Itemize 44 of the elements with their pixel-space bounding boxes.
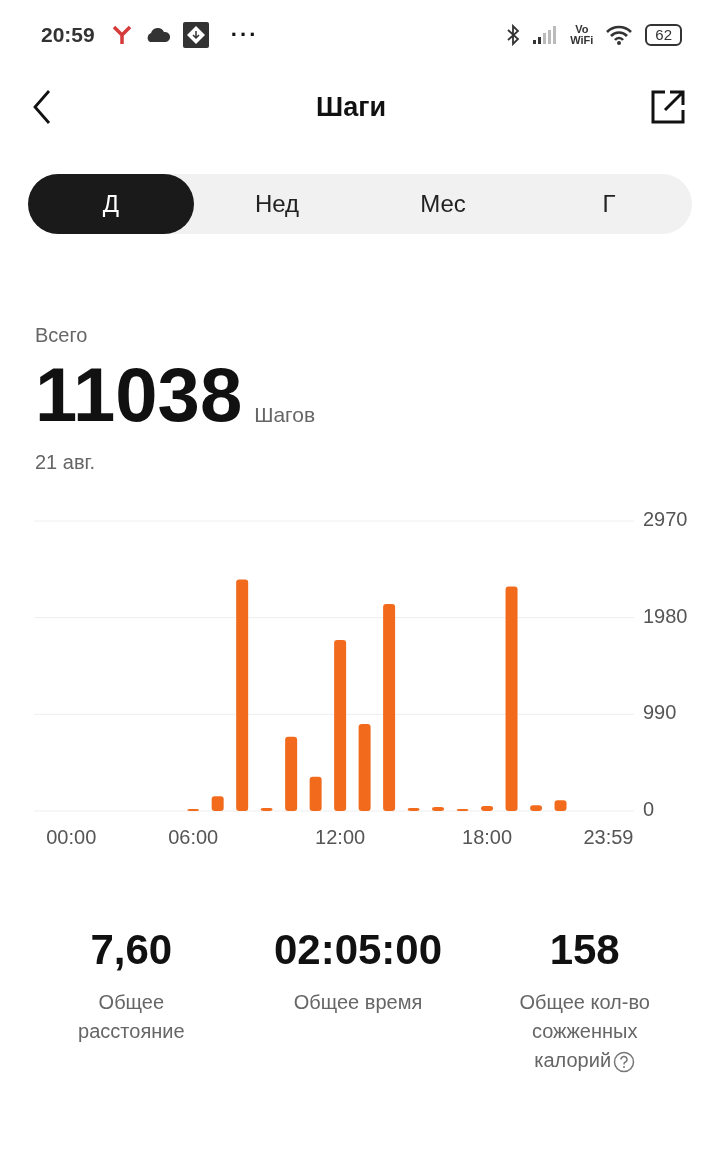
stat-value: 158: [549, 926, 620, 974]
steps-unit: Шагов: [254, 403, 316, 427]
x-axis-label: 23:59: [583, 826, 634, 849]
stat-label: Общее кол-во сожженных калорий: [518, 990, 651, 1075]
stat-label: Общее время: [293, 990, 423, 1015]
wifi-icon: [605, 24, 634, 46]
vowifi-label: Vo WiFi: [570, 24, 594, 46]
status-time: 20:59: [41, 23, 95, 47]
step-bar: [309, 776, 322, 811]
total-label: Всего: [35, 324, 89, 347]
more-notifications: ···: [230, 22, 259, 48]
download-app-icon: [182, 22, 209, 48]
step-bar: [407, 808, 420, 811]
total-steps-value: 11038: [35, 355, 243, 435]
stat-label: Общее расстояние: [77, 990, 186, 1044]
date-label: 21 авг.: [35, 451, 96, 474]
bluetooth-icon: [506, 24, 521, 46]
stat-value: 02:05:00: [273, 926, 443, 974]
y-axis-label: 2970: [643, 508, 688, 531]
period-tab[interactable]: Д: [28, 174, 194, 234]
x-axis-label: 18:00: [462, 826, 513, 849]
x-axis-label: 06:00: [168, 826, 219, 849]
period-tab[interactable]: Мес: [360, 174, 526, 234]
step-bar: [211, 796, 224, 811]
step-bar: [481, 806, 494, 811]
stat-value: 7,60: [90, 926, 173, 974]
y-axis-label: 0: [643, 798, 655, 821]
y-axis-label: 990: [643, 701, 677, 725]
period-tab[interactable]: Г: [526, 174, 692, 234]
browser-y-icon: [110, 24, 133, 46]
x-axis-label: 00:00: [46, 826, 97, 849]
step-bar: [554, 800, 567, 811]
y-axis-label: 1980: [643, 604, 688, 628]
help-icon[interactable]: [613, 1050, 636, 1073]
period-tab[interactable]: Нед: [194, 174, 360, 234]
step-bar: [530, 805, 543, 811]
step-bar: [432, 807, 445, 811]
battery-indicator: 62: [645, 24, 682, 46]
page-title: Шаги: [316, 91, 386, 123]
back-icon[interactable]: [32, 89, 52, 125]
x-axis-label: 12:00: [315, 826, 366, 849]
step-bar: [260, 808, 273, 811]
share-icon[interactable]: [650, 89, 686, 125]
signal-icon: [532, 25, 559, 45]
